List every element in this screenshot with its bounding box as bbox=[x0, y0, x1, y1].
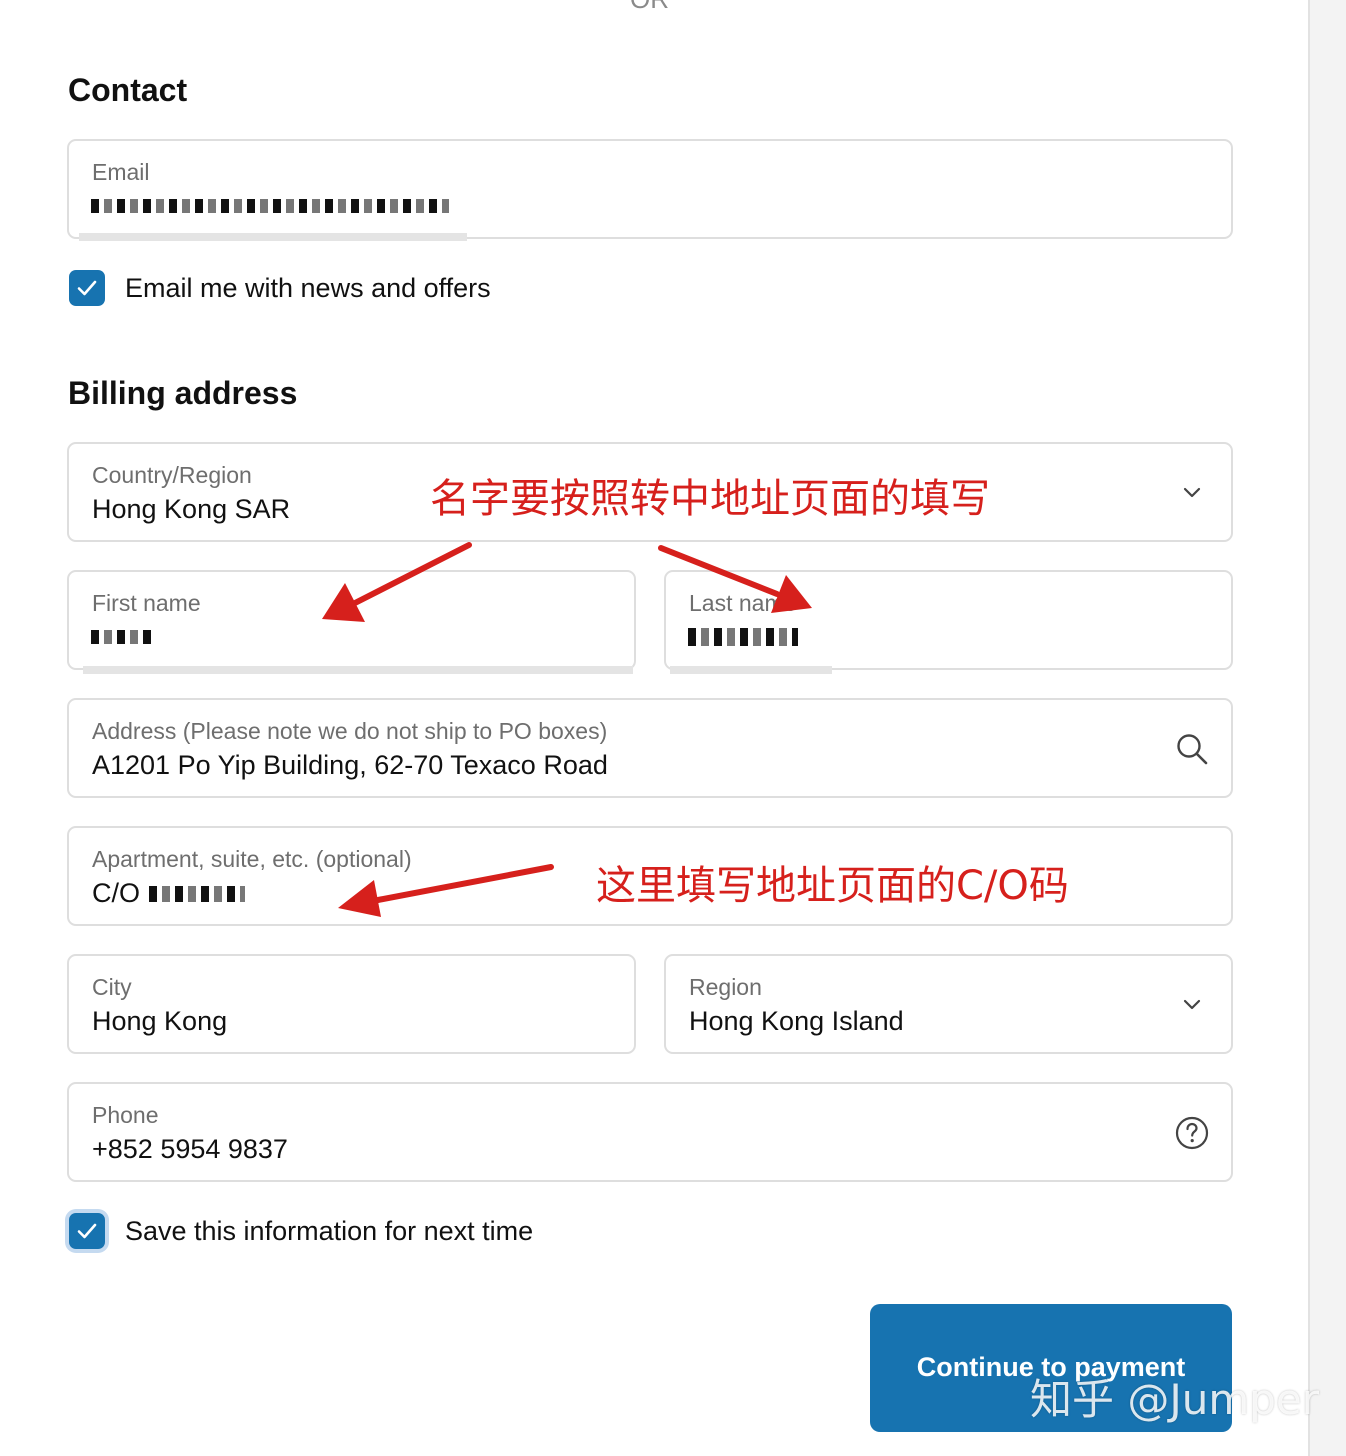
zhihu-watermark: 知乎 @Jumper bbox=[1030, 1375, 1320, 1424]
arrow-to-first-name bbox=[322, 542, 472, 622]
annotation-arrows bbox=[322, 542, 812, 917]
arrow-to-apartment bbox=[338, 864, 554, 917]
arrow-to-last-name bbox=[658, 545, 812, 613]
